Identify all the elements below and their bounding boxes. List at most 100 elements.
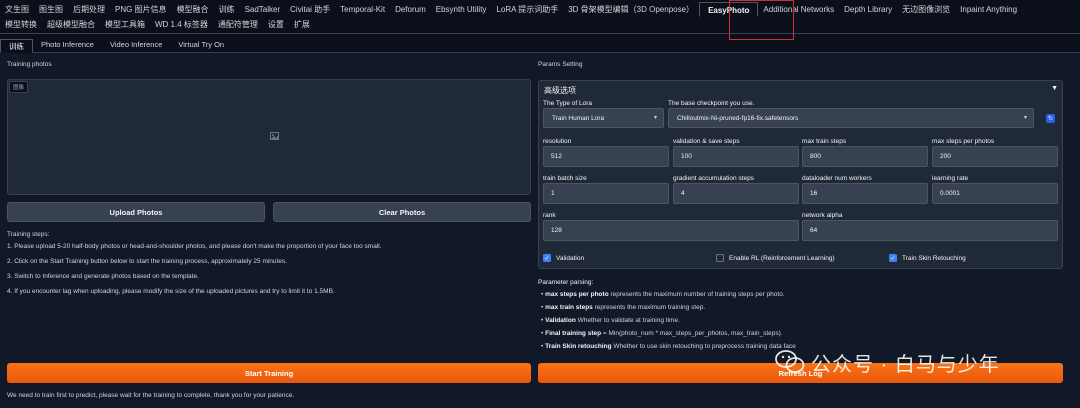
max-steps-per-photos-input[interactable]: 200 bbox=[932, 146, 1058, 167]
training-step-1: 1. Please upload 5-20 half-body photos o… bbox=[7, 243, 382, 250]
nav-tab-png-info[interactable]: PNG 图片信息 bbox=[110, 2, 172, 17]
nav-tab-img2img[interactable]: 图生图 bbox=[34, 2, 68, 17]
checkbox-checked-icon: ✓ bbox=[543, 254, 551, 262]
skin-retouching-checkbox-label: Train Skin Retouching bbox=[902, 254, 966, 262]
nav-tab-wd-tagger[interactable]: WD 1.4 标签器 bbox=[150, 17, 213, 32]
learning-rate-label: learning rate bbox=[932, 175, 969, 182]
nav-tab-sadtalker[interactable]: SadTalker bbox=[240, 2, 286, 17]
dataloader-workers-label: dataloader num workers bbox=[802, 175, 872, 182]
nav-tab-model-toolkit[interactable]: 模型工具箱 bbox=[100, 17, 150, 32]
training-step-2: 2. Click on the Start Training button be… bbox=[7, 258, 288, 265]
enable-rl-checkbox-label: Enable RL (Reinforcement Learning) bbox=[729, 254, 835, 262]
nav-tab-settings[interactable]: 设置 bbox=[263, 17, 289, 32]
parsing-desc: represents the maximum number of trainin… bbox=[608, 291, 785, 298]
sub-tab-photo-inference[interactable]: Photo Inference bbox=[33, 38, 102, 52]
lora-type-select[interactable]: Train Human Lora ▾ bbox=[543, 108, 664, 128]
nav-tab-model-merge[interactable]: 模型融合 bbox=[172, 2, 214, 17]
parsing-item: • Validation Whether to validate at trai… bbox=[541, 317, 680, 324]
nav-tab-inpaint-anything[interactable]: Inpaint Anything bbox=[955, 2, 1022, 17]
start-training-button[interactable]: Start Training bbox=[7, 363, 531, 383]
parsing-term: max train steps bbox=[545, 304, 593, 311]
parsing-desc: Whether to use skin retouching to prepro… bbox=[611, 343, 796, 350]
max-train-steps-input[interactable]: 800 bbox=[802, 146, 928, 167]
parsing-desc: Whether to validate at training time. bbox=[575, 317, 680, 324]
top-nav: 文生图 图生图 后期处理 PNG 图片信息 模型融合 训练 SadTalker … bbox=[0, 0, 1080, 40]
enable-rl-checkbox[interactable]: Enable RL (Reinforcement Learning) bbox=[716, 254, 835, 262]
training-step-4: 4. If you encounter lag when uploading, … bbox=[7, 288, 335, 295]
highlight-annotation bbox=[729, 0, 794, 40]
parsing-desc: = Min(photo_num * max_steps_per_photos, … bbox=[601, 330, 783, 337]
nav-tab-depth-library[interactable]: Depth Library bbox=[839, 2, 897, 17]
chevron-down-icon: ▾ bbox=[1023, 115, 1027, 121]
parsing-term: Validation bbox=[545, 317, 576, 324]
chevron-down-icon: ▾ bbox=[653, 115, 657, 121]
nav-tab-extras[interactable]: 后期处理 bbox=[68, 2, 110, 17]
max-steps-per-photos-label: max steps per photos bbox=[932, 138, 995, 145]
nav-tab-image-browser[interactable]: 无边图像浏览 bbox=[897, 2, 955, 17]
nav-tab-civitai[interactable]: Civitai 助手 bbox=[285, 2, 335, 17]
nav-tab-ebsynth[interactable]: Ebsynth Utility bbox=[431, 2, 492, 17]
gradient-accumulation-input[interactable]: 4 bbox=[673, 183, 799, 204]
lora-type-value: Train Human Lora bbox=[552, 114, 605, 122]
dataloader-workers-input[interactable]: 16 bbox=[802, 183, 928, 204]
footer-note: We need to train first to predict, pleas… bbox=[7, 392, 295, 399]
top-nav-row-2: 模型转换 超级模型融合 模型工具箱 WD 1.4 标签器 通配符管理 设置 扩展 bbox=[0, 17, 315, 32]
nav-tab-lora-prompt[interactable]: LoRA 提示词助手 bbox=[491, 2, 563, 17]
advanced-options-title[interactable]: 高级选项 bbox=[544, 85, 576, 96]
network-alpha-label: network alpha bbox=[802, 212, 843, 219]
parsing-item: • max steps per photo represents the max… bbox=[541, 291, 785, 298]
parameter-parsing: Parameter parsing: • max steps per photo… bbox=[538, 279, 1063, 356]
collapse-triangle-icon[interactable]: ▼ bbox=[1051, 85, 1058, 92]
photo-dropzone[interactable]: 图像 bbox=[7, 79, 531, 195]
parsing-desc: represents the maximum training step. bbox=[592, 304, 706, 311]
refresh-icon[interactable]: ↻ bbox=[1046, 114, 1055, 123]
refresh-log-button[interactable]: Refresh Log bbox=[538, 363, 1063, 383]
parsing-item: • Train Skin retouching Whether to use s… bbox=[541, 343, 796, 350]
sub-tab-virtual-try-on[interactable]: Virtual Try On bbox=[170, 38, 232, 52]
checkbox-unchecked-icon bbox=[716, 254, 724, 262]
lora-type-label: The Type of Lora bbox=[543, 100, 593, 107]
checkpoint-value: Chilloutmix-Ni-pruned-fp16-fix.safetenso… bbox=[677, 114, 799, 122]
training-photos-label: Training photos bbox=[7, 61, 52, 68]
checkbox-checked-icon: ✓ bbox=[889, 254, 897, 262]
validation-save-steps-input[interactable]: 100 bbox=[673, 146, 799, 167]
nav-tab-deforum[interactable]: Deforum bbox=[390, 2, 431, 17]
sub-tab-train[interactable]: 训练 bbox=[0, 39, 33, 53]
validation-checkbox[interactable]: ✓ Validation bbox=[543, 254, 584, 262]
rank-input[interactable]: 128 bbox=[543, 220, 799, 241]
nav-tab-3d-openpose[interactable]: 3D 骨架模型编辑（3D Openpose） bbox=[563, 2, 699, 17]
nav-tab-extensions[interactable]: 扩展 bbox=[289, 17, 315, 32]
nav-tab-model-convert[interactable]: 模型转换 bbox=[0, 17, 42, 32]
parsing-term: Final training step bbox=[545, 330, 602, 337]
image-icon bbox=[270, 132, 279, 142]
validation-save-steps-label: validation & save steps bbox=[673, 138, 740, 145]
nav-tab-super-merge[interactable]: 超级模型融合 bbox=[42, 17, 100, 32]
validation-checkbox-label: Validation bbox=[556, 254, 585, 262]
parameter-parsing-header: Parameter parsing: bbox=[538, 279, 594, 286]
sub-tab-video-inference[interactable]: Video Inference bbox=[102, 38, 170, 52]
learning-rate-input[interactable]: 0.0001 bbox=[932, 183, 1058, 204]
upload-photos-button[interactable]: Upload Photos bbox=[7, 202, 265, 222]
train-batch-size-input[interactable]: 1 bbox=[543, 183, 669, 204]
nav-tab-train[interactable]: 训练 bbox=[214, 2, 240, 17]
clear-photos-button[interactable]: Clear Photos bbox=[273, 202, 531, 222]
training-steps: Training steps: 1. Please upload 5-20 ha… bbox=[7, 231, 531, 303]
parsing-term: Train Skin retouching bbox=[545, 343, 612, 350]
train-batch-size-label: train batch size bbox=[543, 175, 587, 182]
checkpoint-select[interactable]: Chilloutmix-Ni-pruned-fp16-fix.safetenso… bbox=[668, 108, 1034, 128]
sub-tabs: 训练 Photo Inference Video Inference Virtu… bbox=[0, 38, 1080, 53]
checkpoint-label: The base checkpoint you use. bbox=[668, 100, 755, 107]
params-setting-label: Params Setting bbox=[538, 61, 583, 68]
skin-retouching-checkbox[interactable]: ✓ Train Skin Retouching bbox=[889, 254, 966, 262]
parsing-item: • Final training step = Min(photo_num * … bbox=[541, 330, 783, 337]
rank-label: rank bbox=[543, 212, 556, 219]
dropzone-label: 图像 bbox=[9, 81, 29, 93]
nav-tab-wildcards[interactable]: 通配符管理 bbox=[213, 17, 263, 32]
resolution-label: resolution bbox=[543, 138, 572, 145]
network-alpha-input[interactable]: 64 bbox=[802, 220, 1058, 241]
nav-tab-txt2img[interactable]: 文生图 bbox=[0, 2, 34, 17]
parsing-item: • max train steps represents the maximum… bbox=[541, 304, 706, 311]
nav-tab-temporal-kit[interactable]: Temporal-Kit bbox=[335, 2, 390, 17]
resolution-input[interactable]: 512 bbox=[543, 146, 669, 167]
gradient-accumulation-label: gradient accumulation steps bbox=[673, 175, 754, 182]
